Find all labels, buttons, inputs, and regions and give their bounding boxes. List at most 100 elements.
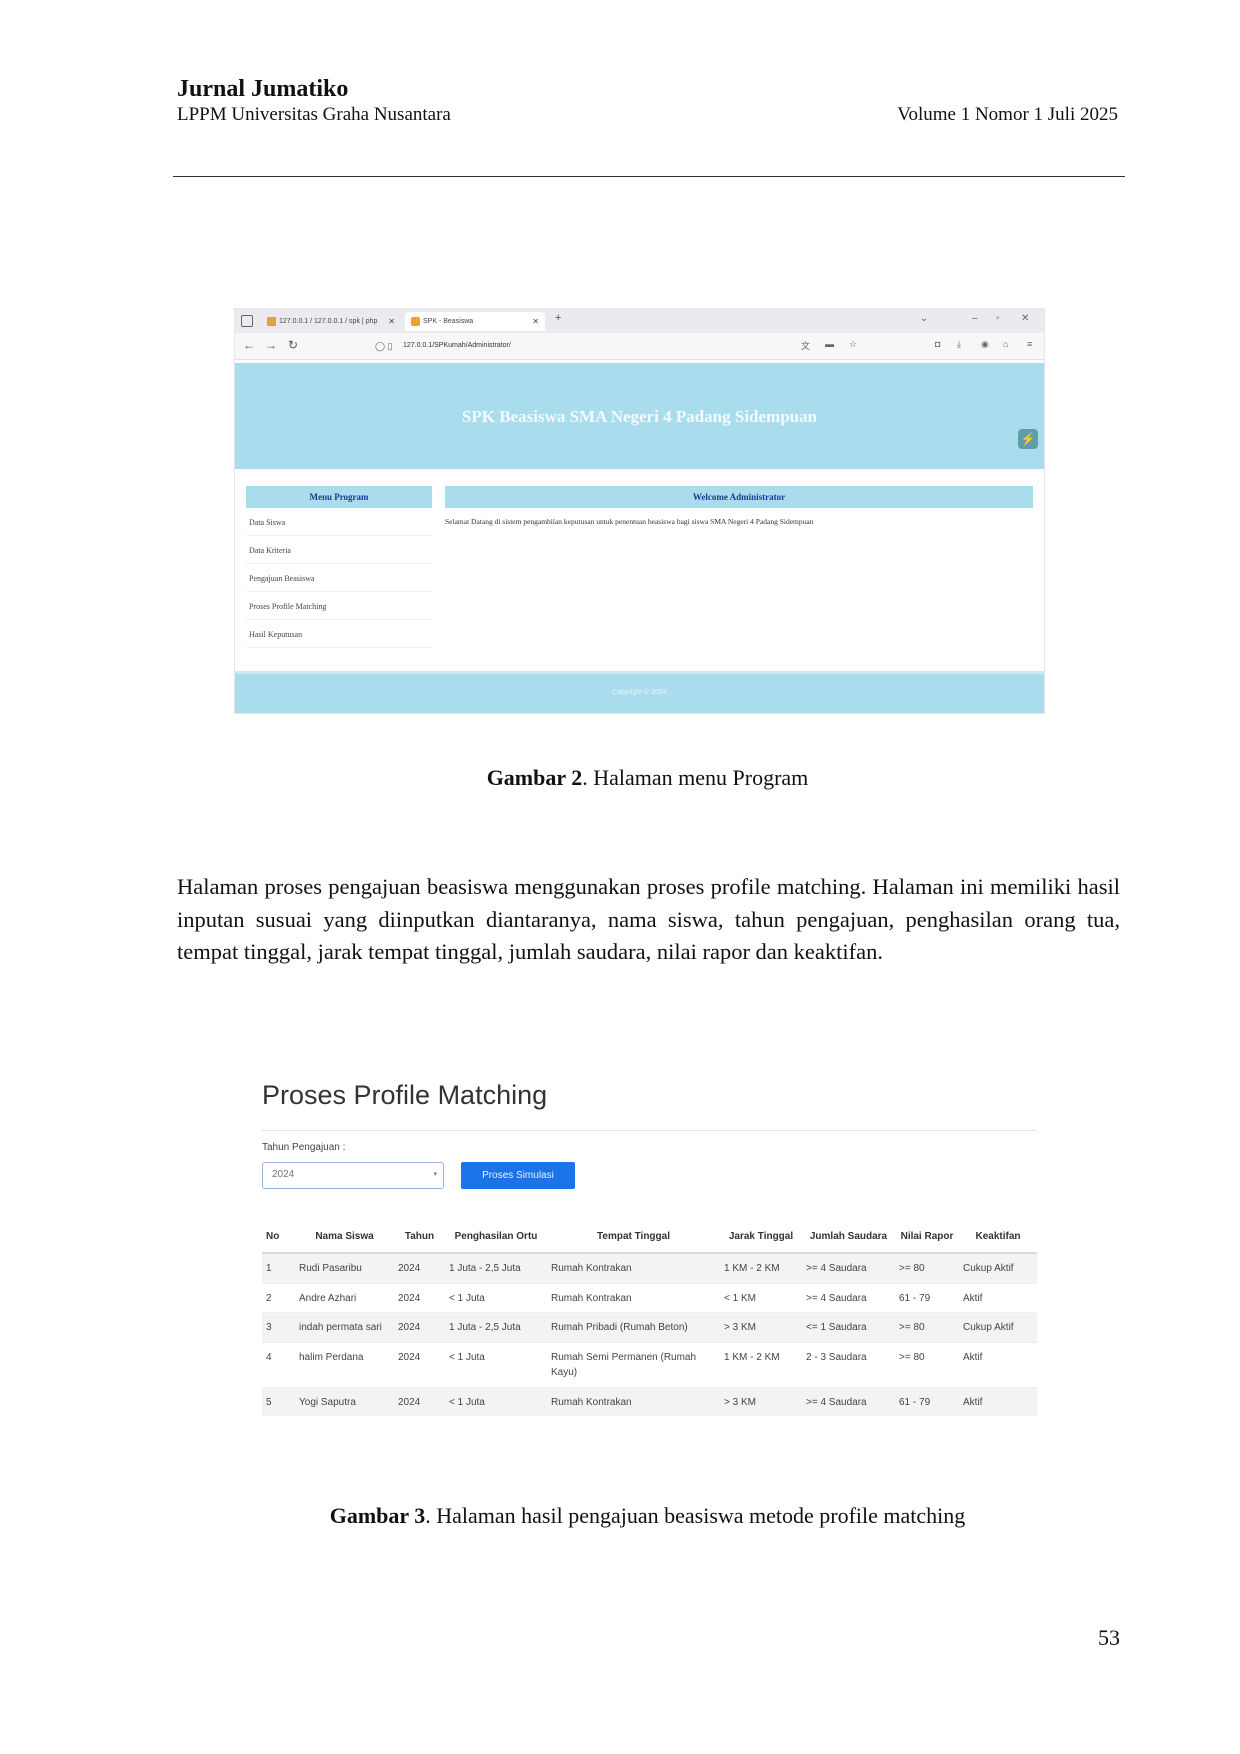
welcome-panel: Welcome Administrator Selamat Datang di … — [445, 486, 1033, 546]
table-cell: >= 80 — [895, 1312, 959, 1342]
menu-panel-title: Menu Program — [246, 486, 432, 508]
extensions-icon[interactable]: ⌂ — [1003, 339, 1008, 349]
close-tab-icon[interactable]: ✕ — [388, 312, 395, 331]
table-cell: Rumah Kontrakan — [547, 1252, 720, 1283]
table-cell: 1 KM - 2 KM — [720, 1341, 802, 1387]
table-row: 1 Rudi Pasaribu 2024 1 Juta - 2,5 Juta R… — [262, 1252, 1037, 1283]
table-cell: 1 — [262, 1252, 295, 1283]
volume-info: Volume 1 Nomor 1 Juli 2025 — [897, 104, 1118, 125]
translate-icon[interactable]: 文 — [801, 339, 810, 352]
logout-icon[interactable]: ⚡ — [1018, 429, 1038, 449]
journal-name: Jurnal Jumatiko — [177, 76, 349, 102]
table-cell: >= 4 Saudara — [802, 1386, 895, 1416]
caption-text: . Halaman menu Program — [582, 765, 809, 790]
table-row: 2 Andre Azhari 2024 < 1 Juta Rumah Kontr… — [262, 1282, 1037, 1313]
forward-arrow-icon[interactable]: → — [265, 338, 277, 352]
table-cell: < 1 Juta — [445, 1386, 547, 1416]
column-header: Keaktifan — [959, 1207, 1037, 1254]
table-cell: 1 Juta - 2,5 Juta — [445, 1252, 547, 1283]
table-cell: 3 — [262, 1312, 295, 1342]
table-cell: >= 80 — [895, 1341, 959, 1387]
browser-tab-bar: 127.0.0.1 / 127.0.0.1 / spk | php ✕ SPK … — [235, 309, 1044, 333]
restore-icon[interactable]: ▫ — [996, 313, 1000, 324]
column-header: Jumlah Saudara — [802, 1207, 895, 1254]
download-icon[interactable]: ⤓ — [957, 339, 961, 350]
table-cell: 2 — [262, 1282, 295, 1313]
table-cell: >= 4 Saudara — [802, 1252, 895, 1283]
table-cell: Aktif — [959, 1341, 1037, 1387]
menu-icon[interactable]: ≡ — [1027, 339, 1032, 349]
app-footer: Copyright © 2024 — [235, 671, 1044, 713]
table-cell: Rumah Kontrakan — [547, 1282, 720, 1313]
table-cell: > 3 KM — [720, 1312, 802, 1342]
table-cell: Rumah Pribadi (Rumah Beton) — [547, 1312, 720, 1342]
table-cell: >= 4 Saudara — [802, 1282, 895, 1313]
table-cell: > 3 KM — [720, 1386, 802, 1416]
column-header: Nama Siswa — [295, 1207, 394, 1254]
table-cell: Andre Azhari — [295, 1282, 394, 1313]
table-cell: 2024 — [394, 1386, 445, 1416]
reload-icon[interactable]: ↻ — [288, 338, 298, 352]
browser-tab-phpmyadmin[interactable]: 127.0.0.1 / 127.0.0.1 / spk | php ✕ — [261, 312, 401, 331]
shield-icon: ◯ ▯ — [375, 341, 393, 351]
caption-label: Gambar 2 — [486, 765, 583, 790]
menu-item-data-siswa[interactable]: Data Siswa — [246, 508, 432, 536]
page-title: Proses Profile Matching — [262, 1080, 548, 1110]
tab-label: SPK - Beasiswa — [423, 318, 474, 325]
year-field-label: Tahun Pengajuan : — [262, 1142, 346, 1153]
table-cell: Rumah Semi Permanen (Rumah Kayu) — [547, 1341, 720, 1387]
caption-text: . Halaman hasil pengajuan beasiswa metod… — [425, 1503, 966, 1528]
chevron-down-icon[interactable]: ⌄ — [920, 313, 928, 324]
table-cell: Aktif — [959, 1386, 1037, 1416]
table-cell: halim Perdana — [295, 1341, 394, 1387]
minimize-icon[interactable]: – — [972, 313, 978, 324]
profile-matching-table: No Nama Siswa Tahun Penghasilan Ortu Tem… — [262, 1207, 1037, 1416]
app-header: SPK Beasiswa SMA Negeri 4 Padang Sidempu… — [235, 363, 1044, 469]
selected-year: 2024 — [272, 1169, 295, 1180]
table-cell: 5 — [262, 1386, 295, 1416]
table-cell: indah permata sari — [295, 1312, 394, 1342]
back-arrow-icon[interactable]: ← — [243, 338, 255, 352]
zoom-level-icon[interactable]: ▬ — [825, 339, 834, 349]
browser-tab-spk[interactable]: SPK - Beasiswa ✕ — [405, 312, 545, 331]
table-cell: 2024 — [394, 1312, 445, 1342]
proses-simulasi-button[interactable]: Proses Simulasi — [461, 1162, 575, 1189]
title-divider — [262, 1130, 1037, 1131]
table-cell: 1 Juta - 2,5 Juta — [445, 1312, 547, 1342]
publisher: LPPM Universitas Graha Nusantara — [177, 104, 451, 125]
menu-item-pengajuan-beasiswa[interactable]: Pengajuan Beasiswa — [246, 564, 432, 592]
address-bar[interactable]: ◯ ▯ 127.0.0.1/SPKumah/Administrator/ — [375, 338, 855, 354]
menu-item-data-kriteria[interactable]: Data Kriteria — [246, 536, 432, 564]
year-select[interactable]: 2024 ▾ — [262, 1162, 444, 1189]
table-cell: 2024 — [394, 1252, 445, 1283]
body-paragraph: Halaman proses pengajuan beasiswa menggu… — [177, 874, 1120, 964]
new-tab-icon[interactable]: + — [555, 312, 561, 324]
column-header: Penghasilan Ortu — [445, 1207, 547, 1254]
table-cell: <= 1 Saudara — [802, 1312, 895, 1342]
table-row: 4 halim Perdana 2024 < 1 Juta Rumah Semi… — [262, 1341, 1037, 1387]
url-text: 127.0.0.1/SPKumah/Administrator/ — [403, 342, 511, 349]
menu-panel: Menu Program Data Siswa Data Kriteria Pe… — [246, 486, 432, 656]
pocket-icon[interactable]: ◘ — [935, 339, 940, 349]
table-row: 3 indah permata sari 2024 1 Juta - 2,5 J… — [262, 1312, 1037, 1342]
phpmyadmin-favicon-icon — [267, 317, 276, 326]
table-header-row: No Nama Siswa Tahun Penghasilan Ortu Tem… — [262, 1207, 1037, 1254]
table-cell: < 1 Juta — [445, 1341, 547, 1387]
browser-nav-bar: ← → ↻ ◯ ▯ 127.0.0.1/SPKumah/Administrato… — [235, 333, 1044, 360]
account-icon[interactable]: ◉ — [981, 339, 989, 350]
table-cell: Yogi Saputra — [295, 1386, 394, 1416]
caption-label: Gambar 3 — [329, 1503, 426, 1528]
close-window-icon[interactable]: ✕ — [1021, 313, 1029, 324]
column-header: Jarak Tinggal — [720, 1207, 802, 1254]
column-header: Tahun — [394, 1207, 445, 1254]
menu-item-proses-profile-matching[interactable]: Proses Profile Matching — [246, 592, 432, 620]
table-cell: Rudi Pasaribu — [295, 1252, 394, 1283]
close-tab-icon[interactable]: ✕ — [532, 312, 539, 331]
page-number: 53 — [1098, 1625, 1120, 1650]
menu-item-hasil-keputusan[interactable]: Hasil Keputusan — [246, 620, 432, 648]
chevron-down-icon: ▾ — [433, 1171, 437, 1178]
bookmark-star-icon[interactable]: ☆ — [849, 339, 857, 350]
tab-list-icon[interactable] — [241, 315, 253, 327]
tab-label: 127.0.0.1 / 127.0.0.1 / spk | php — [279, 318, 378, 325]
figure-2-caption: Gambar 2. Halaman menu Program — [0, 765, 1240, 791]
